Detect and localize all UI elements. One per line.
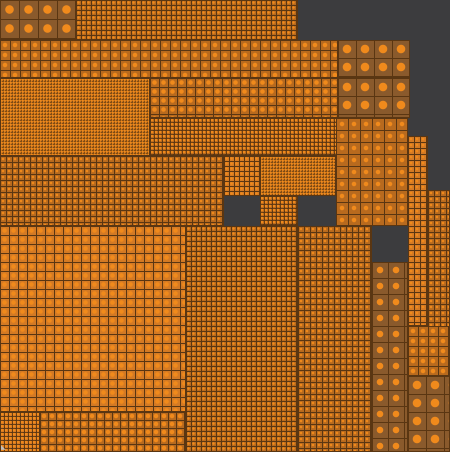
tile-region-narrow-tiles-right[interactable] [408, 136, 428, 326]
texture-atlas-view[interactable]: ◣ [0, 0, 450, 452]
tile-region-small-tiles-lower-right[interactable] [298, 226, 372, 452]
tile-region-small-tiles-mid-left[interactable] [0, 156, 224, 226]
tile-region-medium-tiles-lower-left[interactable] [0, 226, 186, 412]
tile-region-striped-tiles-center[interactable] [224, 156, 260, 196]
resize-grip-icon[interactable]: ◣ [1, 445, 7, 451]
tile-region-medium-tiles-corner[interactable] [408, 326, 450, 376]
tile-region-fine-tiles-strip[interactable] [260, 196, 298, 226]
tile-region-large-tiles-right-2[interactable] [338, 78, 410, 118]
tile-region-small-tiles-lower-center[interactable] [186, 226, 298, 452]
tile-region-medium-tiles-row-1[interactable] [0, 40, 338, 78]
tile-region-fine-tiles-left[interactable] [0, 78, 150, 156]
tile-region-medium-tiles-row-2[interactable] [150, 78, 338, 118]
tile-region-fine-tiles-mid[interactable] [260, 156, 336, 196]
tile-region-small-tiles-top[interactable] [76, 0, 298, 40]
tile-region-medium-tiles-right-col[interactable] [336, 118, 408, 226]
tile-region-large-tiles-top-left[interactable] [0, 0, 76, 40]
tile-region-large-tiles-bottom-right[interactable] [408, 376, 450, 452]
tile-region-large-tiles-lower-right[interactable] [372, 262, 408, 452]
tile-region-large-tiles-right-1[interactable] [338, 40, 410, 78]
tile-region-medium-tiles-bottom[interactable] [40, 412, 186, 452]
